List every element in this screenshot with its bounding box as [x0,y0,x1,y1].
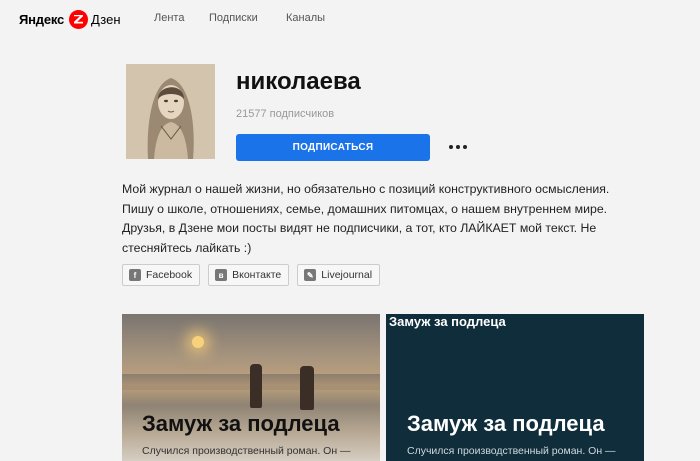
facebook-link[interactable]: f Facebook [122,264,201,286]
card-title: Замуж за подлеца [142,411,340,436]
nav-item-channels[interactable]: Каналы [286,12,325,24]
sun-shape [192,336,204,348]
channel-avatar [126,64,215,159]
article-card[interactable]: Замуж за подлеца Замуж за подлеца Случил… [386,314,644,461]
vk-link[interactable]: в Вконтакте [208,264,290,286]
nav-item-subscriptions[interactable]: Подписки [209,12,258,24]
description-line: стесняйтесь лайкать :) [122,240,252,255]
sunset-beach-image [122,314,380,461]
card-subtitle: Случился производственный роман. Он — [142,445,351,457]
card-subtitle: Случился производственный роман. Он — [407,445,616,457]
social-links: f Facebook в Вконтакте ✎ Livejournal [122,264,381,286]
logo-dzen-text: Дзен [91,11,121,27]
avatar-portrait-image [126,64,215,159]
subscribe-button[interactable]: ПОДПИСАТЬСЯ [236,134,430,161]
nav-item-feed[interactable]: Лента [154,12,184,24]
description-line: Мой журнал о нашей жизни, но обязательно… [122,182,610,196]
vk-label: Вконтакте [232,269,282,281]
dzen-logo-icon [69,9,89,29]
card-top-label: Замуж за подлеца [389,314,506,329]
person-silhouette [250,364,262,408]
description-line: Друзья, в Дзене мои посты видят не подпи… [122,221,597,235]
channel-description: Мой журнал о нашей жизни, но обязательно… [122,180,622,258]
card-title: Замуж за подлеца [407,411,605,436]
facebook-icon: f [129,269,141,281]
livejournal-link[interactable]: ✎ Livejournal [297,264,381,286]
vk-icon: в [215,269,228,281]
top-bar: Яндекс Дзен Лента Подписки Каналы [0,0,700,38]
channel-name: николаева [236,68,361,95]
description-line: Пишу о школе, отношениях, семье, домашни… [122,201,608,216]
facebook-label: Facebook [146,269,193,281]
subscribers-count: 21577 подписчиков [236,108,335,120]
logo-yandex-text: Яндекс [19,11,65,27]
yandex-dzen-logo[interactable]: Яндекс Дзен [19,9,121,29]
livejournal-label: Livejournal [321,269,373,281]
person-silhouette [300,366,314,410]
more-options-icon[interactable] [449,139,467,155]
article-card[interactable]: Замуж за подлеца Случился производственн… [122,314,380,461]
livejournal-icon: ✎ [304,269,317,281]
